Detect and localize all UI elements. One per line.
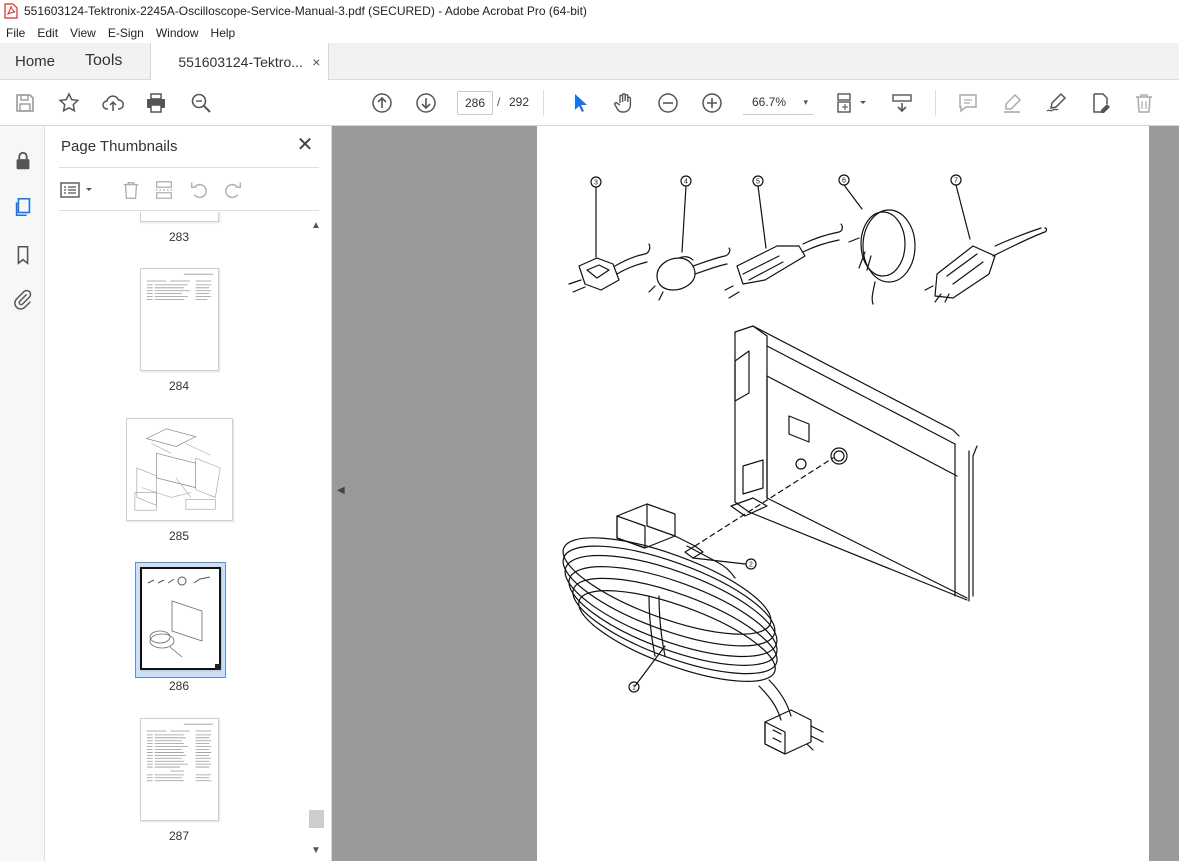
edit-document-icon[interactable] <box>1087 90 1113 116</box>
hand-tool-icon[interactable] <box>611 90 637 116</box>
thumbnail-parts-list-image <box>146 723 214 782</box>
scroll-down-arrow-icon[interactable]: ▼ <box>311 845 321 856</box>
previous-page-icon[interactable] <box>369 90 395 116</box>
lock-icon[interactable] <box>10 148 36 174</box>
upload-cloud-icon[interactable] <box>100 90 126 116</box>
bookmark-icon[interactable] <box>10 242 36 268</box>
thumbnail-power-cord-diagram-image <box>147 576 211 658</box>
thumbnail-label: 285 <box>168 529 190 543</box>
thumbnail-page-283[interactable] <box>140 212 219 222</box>
window-title: 551603124-Tektronix-2245A-Oscilloscope-S… <box>24 4 587 18</box>
rotate-left-icon[interactable] <box>187 178 211 202</box>
title-bar: 551603124-Tektronix-2245A-Oscilloscope-S… <box>0 0 1179 22</box>
tab-home[interactable]: Home <box>0 43 70 79</box>
thumbnail-scrollbar[interactable]: ▲ ▼ <box>309 218 324 858</box>
menu-help[interactable]: Help <box>205 26 242 40</box>
menu-view[interactable]: View <box>64 26 102 40</box>
menu-file[interactable]: File <box>0 26 31 40</box>
pdf-page-286[interactable]: 3 4 5 6 7 2 1 <box>537 126 1149 861</box>
callout-7: 7 <box>954 178 958 185</box>
thumbnail-page-285[interactable] <box>126 418 233 521</box>
document-tab[interactable]: 551603124-Tektro... × <box>150 43 330 80</box>
close-panel-icon[interactable]: ✕ <box>295 135 315 155</box>
thumbnail-label: 287 <box>168 829 190 843</box>
toolbar-divider <box>543 90 544 116</box>
menu-edit[interactable]: Edit <box>31 26 64 40</box>
zoom-in-icon[interactable] <box>699 90 725 116</box>
rotate-right-icon[interactable] <box>221 178 245 202</box>
page-thumbnails-panel: Page Thumbnails ✕ 283 284 285 286 287 ▲ … <box>45 126 332 861</box>
scroll-mode-icon[interactable] <box>889 90 915 116</box>
main-toolbar: 286 / 292 66.7% ▾ <box>0 80 1179 126</box>
scroll-up-arrow-icon[interactable]: ▲ <box>311 220 321 231</box>
page-separator: / <box>497 95 501 109</box>
left-navigation-rail <box>0 126 45 861</box>
callout-2: 2 <box>749 562 753 569</box>
thumbnail-resize-handle[interactable] <box>215 664 221 670</box>
document-tab-close-icon[interactable]: × <box>312 54 320 70</box>
panel-divider <box>59 167 319 168</box>
panel-title: Page Thumbnails <box>61 138 178 155</box>
thumbnail-label: 286 <box>168 679 190 693</box>
zoom-out-icon[interactable] <box>655 90 681 116</box>
thumbnail-label: 284 <box>168 379 190 393</box>
menu-window[interactable]: Window <box>150 26 205 40</box>
thumbnail-page-286[interactable] <box>140 567 221 670</box>
sign-pen-icon[interactable] <box>1043 90 1069 116</box>
panel-divider <box>59 210 319 211</box>
zoom-level-value: 66.7% <box>752 95 787 109</box>
zoom-level-dropdown[interactable]: 66.7% ▾ <box>743 91 813 115</box>
menu-esign[interactable]: E-Sign <box>102 26 150 40</box>
callout-5: 5 <box>756 179 760 186</box>
comment-icon[interactable] <box>955 90 981 116</box>
tab-bar: Home Tools 551603124-Tektro... × <box>0 43 1179 80</box>
page-display-icon[interactable] <box>834 90 870 116</box>
save-icon[interactable] <box>12 90 38 116</box>
next-page-icon[interactable] <box>413 90 439 116</box>
toolbar-divider <box>935 90 936 116</box>
callout-3: 3 <box>594 180 598 187</box>
callout-6: 6 <box>842 178 846 185</box>
acrobat-pdf-icon <box>4 3 18 19</box>
thumbnail-page-284[interactable] <box>140 268 219 371</box>
zoom-search-icon[interactable] <box>188 90 214 116</box>
bookmark-star-icon[interactable] <box>56 90 82 116</box>
delete-pages-icon[interactable] <box>119 178 143 202</box>
callout-4: 4 <box>684 179 688 186</box>
thumbnail-exploded-diagram-image <box>134 428 221 511</box>
print-icon[interactable] <box>143 90 169 116</box>
highlight-pen-icon[interactable] <box>999 90 1025 116</box>
page-thumbnails-icon[interactable] <box>10 194 36 220</box>
document-tab-label: 551603124-Tektro... <box>178 53 303 70</box>
chevron-down-icon: ▾ <box>803 97 808 107</box>
thumbnail-list: 283 284 285 286 287 <box>45 212 309 861</box>
page-number-input[interactable]: 286 <box>457 91 493 115</box>
attachment-paperclip-icon[interactable] <box>10 286 36 312</box>
thumbnail-page-287[interactable] <box>140 718 219 821</box>
total-pages: 292 <box>509 95 530 109</box>
select-cursor-icon[interactable] <box>567 90 593 116</box>
collapse-panel-arrow-icon[interactable]: ◀ <box>337 485 345 496</box>
thumbnail-label: 283 <box>168 230 190 244</box>
right-canvas-margin <box>1149 126 1179 861</box>
insert-pages-icon[interactable] <box>152 178 176 202</box>
thumbnail-text-page-image <box>146 273 214 300</box>
menu-bar: File Edit View E-Sign Window Help <box>0 22 1179 43</box>
delete-trash-icon[interactable] <box>1131 90 1157 116</box>
power-cord-parts-diagram: 3 4 5 6 7 2 1 <box>562 174 1048 755</box>
thumbnail-options-icon[interactable] <box>59 178 97 202</box>
callout-1: 1 <box>632 685 636 692</box>
scrollbar-thumb[interactable] <box>309 810 324 828</box>
tab-tools[interactable]: Tools <box>70 43 137 79</box>
